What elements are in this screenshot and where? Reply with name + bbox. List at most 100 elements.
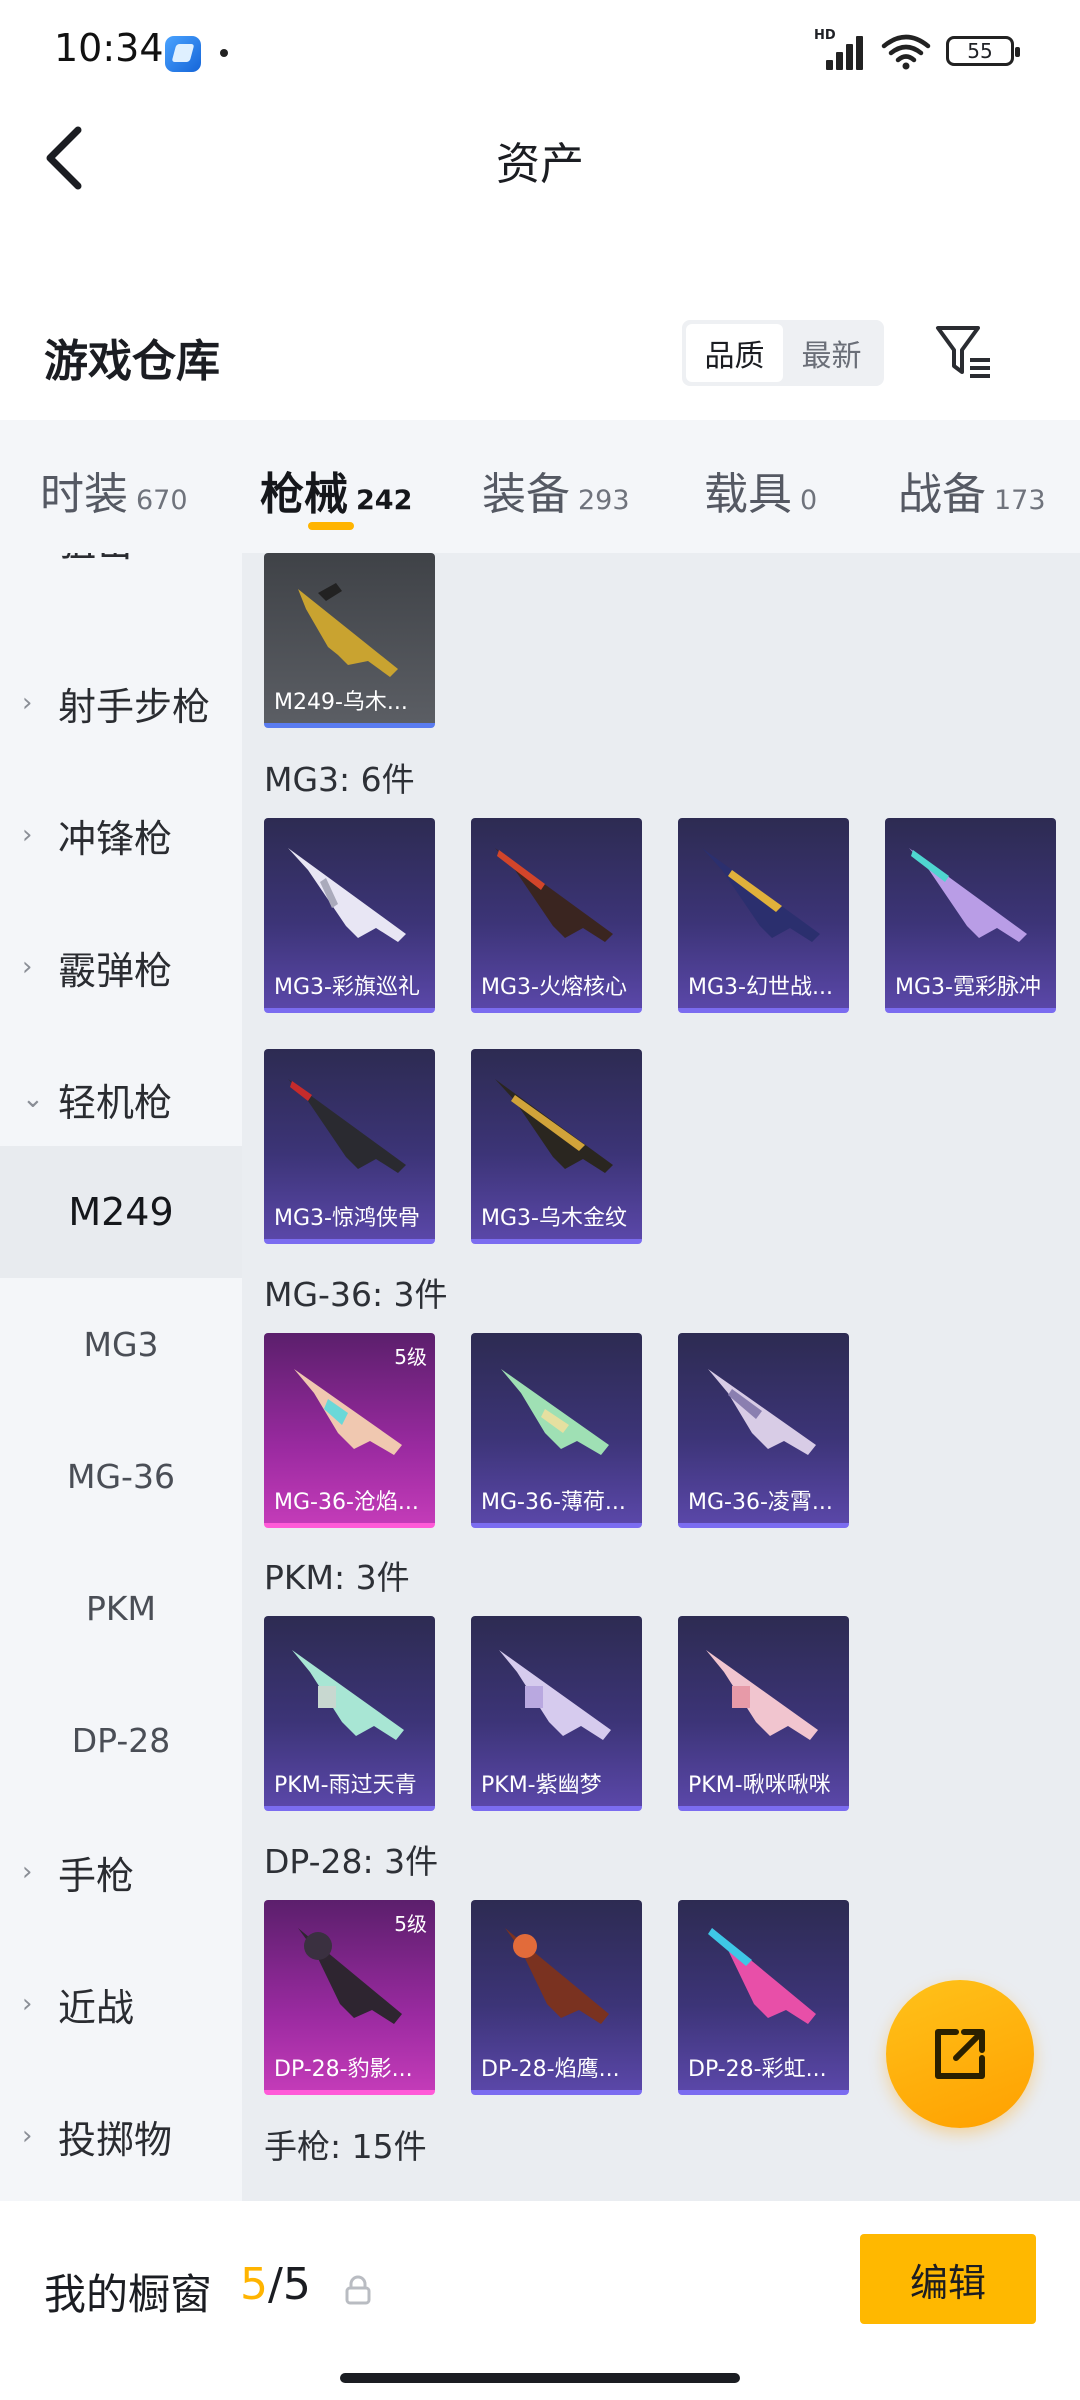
showcase-count: 5/5 [240,2259,311,2310]
tab-count: 670 [136,485,188,516]
cellular-signal-icon: HD [814,28,866,70]
sidebar-item-label: 狙击 [58,553,134,567]
weapon-card-label: MG-36-凌霄... [688,1490,833,1515]
tab-fashion[interactable]: 时装 670 [40,420,260,553]
notification-dot [220,49,228,57]
group-title-pistol: 手枪: 15件 [264,2127,427,2166]
tab-supplies[interactable]: 战备 173 [898,420,1078,553]
sidebar-item-throwables[interactable]: › 投掷物 [0,2070,242,2201]
sidebar-item-label: 投掷物 [58,2117,173,2162]
sidebar-subitem-m249[interactable]: M249 [0,1146,242,1278]
weapon-card[interactable]: M249-乌木... [264,553,435,728]
weapon-thumbnail-icon [298,583,398,677]
weapon-card[interactable]: DP-28-彩虹... [678,1900,849,2095]
weapon-card-label: MG3-乌木金纹 [481,1206,627,1231]
weapon-card[interactable]: MG-36-凌霄... [678,1333,849,1528]
weapon-thumbnail-icon [505,1928,609,2024]
tab-label: 战备 [898,469,986,520]
level-badge: 5级 [394,1345,427,1369]
weapon-thumbnail-icon [495,1079,613,1173]
tab-firearms[interactable]: 枪械 242 [260,420,482,553]
sidebar-item-shotgun[interactable]: › 霰弹枪 [0,901,242,1033]
weapon-card-label: MG3-幻世战... [688,975,833,1000]
tab-count: 293 [578,485,630,516]
weapon-card-label: MG3-霓彩脉冲 [895,975,1041,1000]
weapon-thumbnail-icon [499,1650,611,1740]
sidebar-item-sniper[interactable]: ›狙击 [0,553,242,605]
page-title: 资产 [496,139,584,190]
chevron-right-icon: › [22,1989,33,2019]
weapon-card[interactable]: MG3-霓彩脉冲 [885,818,1056,1013]
weapon-card[interactable]: MG3-惊鸿侠骨 [264,1049,435,1244]
weapon-card[interactable]: 5级 DP-28-豹影... [264,1900,435,2095]
weapon-card[interactable]: PKM-紫幽梦 [471,1616,642,1811]
weapon-card[interactable]: MG3-乌木金纹 [471,1049,642,1244]
weapon-card-label: PKM-啾咪啾咪 [688,1773,831,1798]
tab-label: 装备 [482,469,570,520]
share-external-icon [935,2029,985,2079]
sidebar-item-pistol[interactable]: › 手枪 [0,1806,242,1938]
sort-option-quality[interactable]: 品质 [686,324,783,382]
weapon-card[interactable]: DP-28-焰鹰... [471,1900,642,2095]
tab-count: 173 [994,485,1046,516]
weapon-card-label: M249-乌木... [274,690,408,715]
home-indicator [340,2373,740,2383]
chevron-right-icon: › [22,820,33,850]
tab-vehicles[interactable]: 载具 0 [704,420,898,553]
weapon-category-sidebar: ›狙击 ›射手步枪 ›冲锋枪 ›霰弹枪 ⌄轻机枪 M249 MG3 MG-36 … [0,553,242,2201]
weapon-card[interactable]: MG-36-薄荷... [471,1333,642,1528]
sort-toggle: 品质 最新 [682,320,884,386]
weapon-card-label: DP-28-彩虹... [688,2057,827,2082]
weapon-thumbnail-icon [495,848,613,942]
weapon-thumbnail-icon [706,1650,818,1740]
sidebar-item-label: 手枪 [58,1853,135,1898]
sidebar-item-smg[interactable]: › 冲锋枪 [0,769,242,901]
weapon-card[interactable]: MG3-幻世战... [678,818,849,1013]
level-badge: 5级 [394,1912,427,1936]
weapon-card[interactable]: MG3-彩旗巡礼 [264,818,435,1013]
weapon-card-label: MG3-火熔核心 [481,975,627,1000]
weapon-card-label: DP-28-豹影... [274,2057,413,2082]
weapon-thumbnail-icon [702,848,820,942]
weapon-card[interactable]: PKM-啾咪啾咪 [678,1616,849,1811]
sort-option-newest[interactable]: 最新 [783,324,880,382]
weapon-card[interactable]: 5级 MG-36-沧焰... [264,1333,435,1528]
weapon-card-label: MG3-彩旗巡礼 [274,975,420,1000]
tab-equipment[interactable]: 装备 293 [482,420,704,553]
showcase-total: /5 [268,2259,311,2310]
weapon-card-label: MG3-惊鸿侠骨 [274,1206,420,1231]
battery-icon: 55 [946,36,1020,66]
weapon-card-label: MG-36-薄荷... [481,1490,626,1515]
status-time: 10:34 [54,26,164,70]
showcase-label: 我的橱窗 [44,2270,213,2319]
sidebar-item-label: 近战 [58,1985,135,2030]
weapon-grid: M249-乌木... MG3: 6件 MG3-彩旗巡礼 MG3-火熔核心 MG3… [242,553,1080,2201]
weapon-thumbnail-icon [288,1079,406,1173]
chevron-right-icon: › [22,1857,33,1887]
tab-label: 时装 [40,469,128,520]
sidebar-subitem-mg36[interactable]: MG-36 [0,1410,242,1542]
weapon-thumbnail-icon [708,1928,816,2024]
weapon-card-label: DP-28-焰鹰... [481,2057,620,2082]
edit-button[interactable]: 编辑 [860,2234,1036,2324]
sidebar-item-label: 冲锋枪 [58,816,173,861]
app-notification-icon [165,36,201,72]
battery-level: 55 [967,39,993,63]
tab-label: 载具 [704,469,792,520]
weapon-thumbnail-icon [708,1369,816,1455]
share-button[interactable] [886,1980,1034,2128]
sidebar-subitem-dp28[interactable]: DP-28 [0,1674,242,1806]
status-icons: HD 55 [814,28,1020,70]
chevron-down-icon: ⌄ [22,1084,44,1114]
sidebar-item-melee[interactable]: › 近战 [0,1938,242,2070]
sidebar-subitem-pkm[interactable]: PKM [0,1542,242,1674]
weapon-card[interactable]: MG3-火熔核心 [471,818,642,1013]
chevron-right-icon: › [22,2121,33,2151]
weapon-card[interactable]: PKM-雨过天青 [264,1616,435,1811]
sidebar-subitem-mg3[interactable]: MG3 [0,1278,242,1410]
filter-icon[interactable] [934,322,994,382]
showcase-bar: 我的橱窗 5/5 编辑 [0,2201,1080,2400]
weapon-card-label: PKM-雨过天青 [274,1773,417,1798]
sidebar-item-marksman-rifle[interactable]: › 射手步枪 [0,637,242,769]
category-tabs: 时装 670 枪械 242 装备 293 载具 0 战备 173 [0,420,1080,553]
